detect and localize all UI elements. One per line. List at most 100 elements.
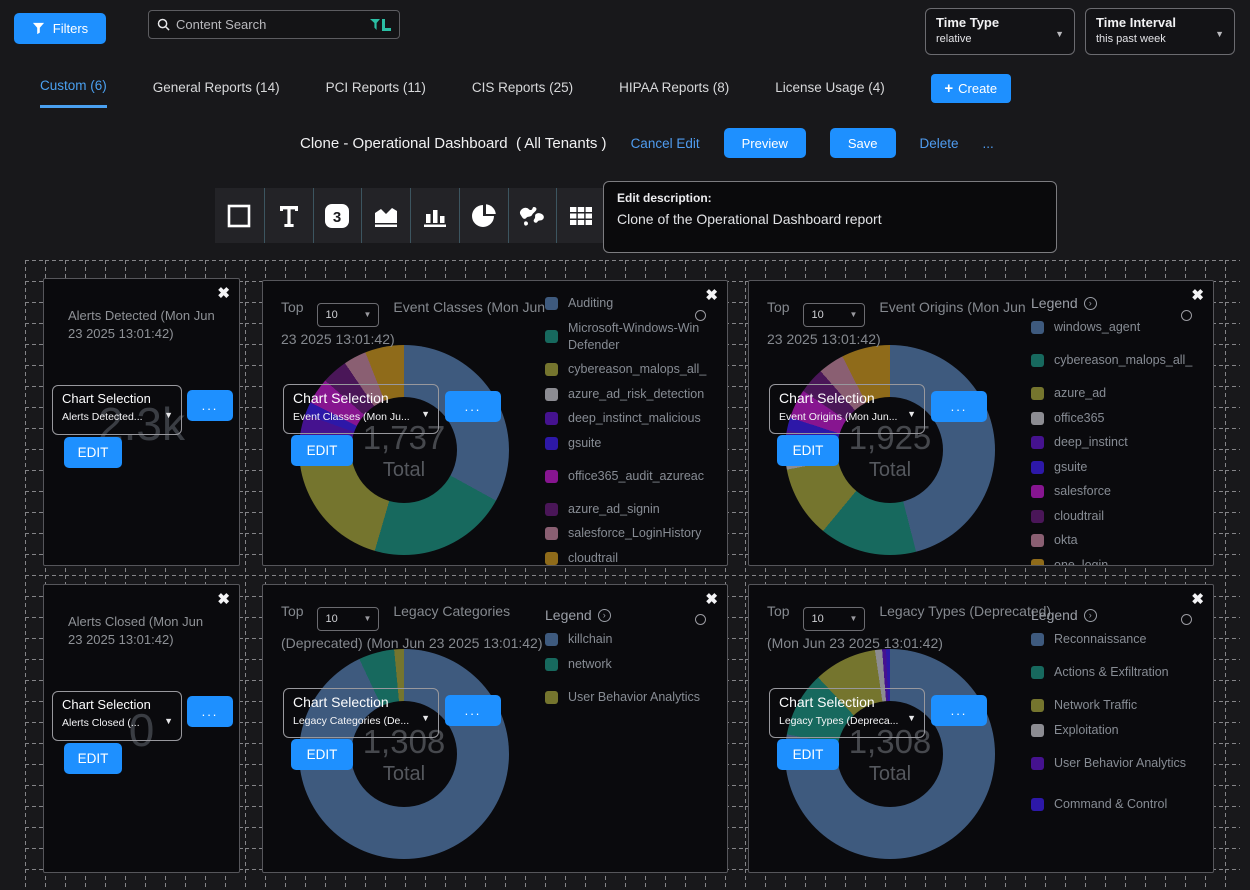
widget-legacy-types[interactable]: ✖ Top 10 ▼ Legacy Types (Deprecated) (Mo…	[748, 584, 1214, 873]
radio-toggle-icon[interactable]	[695, 614, 706, 625]
radio-toggle-icon[interactable]	[1181, 310, 1192, 321]
widget-event-classes[interactable]: ✖ Top 10 ▼ Event Classes (Mon Jun 23 202…	[262, 280, 728, 566]
table-widget-icon[interactable]	[556, 188, 605, 243]
edit-description-box[interactable]: Edit description: Clone of the Operation…	[603, 181, 1057, 253]
close-icon[interactable]: ✖	[1191, 286, 1204, 304]
legend-swatch-icon	[1031, 534, 1044, 547]
legend-item[interactable]: Exploitation	[1031, 722, 1211, 739]
filters-button[interactable]: Filters	[14, 13, 106, 44]
legend-item[interactable]: User Behavior Analytics	[1031, 746, 1211, 780]
pie-chart-widget-icon[interactable]	[459, 188, 508, 243]
more-actions-link[interactable]: ...	[983, 136, 994, 151]
widget-more-button[interactable]: ...	[931, 391, 987, 422]
legend-item[interactable]: User Behavior Analytics	[545, 680, 725, 714]
legend-item[interactable]: Reconnaissance	[1031, 631, 1211, 648]
radio-toggle-icon[interactable]	[695, 310, 706, 321]
legend-item[interactable]: office365_audit_azureac	[545, 459, 725, 493]
tab-custom[interactable]: Custom (6)	[40, 78, 107, 108]
widget-more-button[interactable]: ...	[931, 695, 987, 726]
legend-item[interactable]: cybereason_malops_all_	[1031, 344, 1211, 378]
time-interval-dropdown[interactable]: Time Interval this past week ▼	[1085, 8, 1235, 55]
number-widget-icon[interactable]: 3	[313, 188, 362, 243]
legend-item[interactable]: Microsoft-Windows-Win Defender	[545, 320, 725, 354]
tab-cis-reports[interactable]: CIS Reports (25)	[472, 80, 573, 107]
close-icon[interactable]: ✖	[217, 590, 230, 608]
widget-more-button[interactable]: ...	[445, 695, 501, 726]
legend-label: cybereason_malops_all_	[1054, 352, 1192, 369]
create-button[interactable]: + Create	[931, 74, 1011, 103]
legend-item[interactable]: killchain	[545, 631, 725, 648]
chart-selection-dropdown[interactable]: Chart Selection Alerts Detected... ▼	[52, 385, 182, 435]
legend-item[interactable]: Command & Control	[1031, 788, 1211, 822]
legend-item[interactable]: azure_ad	[1031, 385, 1211, 402]
widget-edit-button[interactable]: EDIT	[291, 435, 353, 466]
legend-toggle-icon[interactable]: ›	[598, 609, 611, 622]
legend-item[interactable]: cloudtrail	[545, 550, 725, 567]
legend-item[interactable]: network	[545, 656, 725, 673]
bar-chart-widget-icon[interactable]	[410, 188, 459, 243]
widget-edit-button[interactable]: EDIT	[64, 437, 122, 468]
content-search[interactable]	[148, 10, 400, 39]
line-chart-widget-icon[interactable]	[361, 188, 410, 243]
top-n-select[interactable]: 10 ▼	[803, 303, 865, 327]
time-type-dropdown[interactable]: Time Type relative ▼	[925, 8, 1075, 55]
widget-alerts-detected[interactable]: ✖ Alerts Detected (Mon Jun 23 2025 13:01…	[43, 278, 240, 566]
legend-swatch-icon	[1031, 666, 1044, 679]
widget-edit-button[interactable]: EDIT	[777, 739, 839, 770]
legend-item[interactable]: salesforce	[1031, 483, 1211, 500]
radio-toggle-icon[interactable]	[1181, 614, 1192, 625]
chart-selection-dropdown[interactable]: Chart Selection Alerts Closed (... ▼	[52, 691, 182, 741]
save-button[interactable]: Save	[830, 128, 896, 158]
legend-item[interactable]: okta	[1031, 532, 1211, 549]
legend-item[interactable]: azure_ad_risk_detection	[545, 386, 725, 403]
widget-more-button[interactable]: ...	[187, 696, 233, 727]
chart-selection-dropdown[interactable]: Chart Selection Legacy Categories (De...…	[283, 688, 439, 738]
search-input[interactable]	[176, 17, 364, 32]
widget-edit-button[interactable]: EDIT	[777, 435, 839, 466]
top-n-select[interactable]: 10 ▼	[803, 607, 865, 631]
legend-item[interactable]: office365	[1031, 410, 1211, 427]
preview-button[interactable]: Preview	[724, 128, 806, 158]
legend-item[interactable]: deep_instinct_malicious	[545, 410, 725, 427]
chart-selection-dropdown[interactable]: Chart Selection Legacy Types (Depreca...…	[769, 688, 925, 738]
chart-selection-dropdown[interactable]: Chart Selection Event Origins (Mon Jun..…	[769, 384, 925, 434]
delete-link[interactable]: Delete	[920, 136, 959, 151]
widget-more-button[interactable]: ...	[445, 391, 501, 422]
close-icon[interactable]: ✖	[1191, 590, 1204, 608]
legend-item[interactable]: Actions & Exfiltration	[1031, 656, 1211, 690]
close-icon[interactable]: ✖	[705, 590, 718, 608]
close-icon[interactable]: ✖	[705, 286, 718, 304]
widget-edit-button[interactable]: EDIT	[291, 739, 353, 770]
legend-item[interactable]: gsuite	[1031, 459, 1211, 476]
widget-event-origins[interactable]: ✖ Top 10 ▼ Event Origins (Mon Jun 23 202…	[748, 280, 1214, 566]
legend-item[interactable]: salesforce_LoginHistory	[545, 525, 725, 542]
top-n-select[interactable]: 10 ▼	[317, 303, 379, 327]
legend-toggle-icon[interactable]: ›	[1084, 297, 1097, 310]
text-widget-icon[interactable]	[264, 188, 313, 243]
legend-item[interactable]: azure_ad_signin	[545, 501, 725, 518]
widget-legacy-categories[interactable]: ✖ Top 10 ▼ Legacy Categories (Deprecated…	[262, 584, 728, 873]
legend-item[interactable]: deep_instinct	[1031, 434, 1211, 451]
tab-general-reports[interactable]: General Reports (14)	[153, 80, 280, 107]
container-widget-icon[interactable]	[215, 188, 264, 243]
close-icon[interactable]: ✖	[217, 284, 230, 302]
cancel-edit-link[interactable]: Cancel Edit	[631, 136, 700, 151]
widget-alerts-closed[interactable]: ✖ Alerts Closed (Mon Jun 23 2025 13:01:4…	[43, 584, 240, 873]
map-widget-icon[interactable]	[508, 188, 557, 243]
chart-selection-dropdown[interactable]: Chart Selection Event Classes (Mon Ju...…	[283, 384, 439, 434]
legend-item[interactable]: gsuite	[545, 435, 725, 452]
tab-hipaa-reports[interactable]: HIPAA Reports (8)	[619, 80, 729, 107]
tab-pci-reports[interactable]: PCI Reports (11)	[326, 80, 426, 107]
legend-item[interactable]: one_login	[1031, 557, 1211, 567]
legend-toggle-icon[interactable]: ›	[1084, 609, 1097, 622]
tab-license-usage[interactable]: License Usage (4)	[775, 80, 885, 107]
top-n-select[interactable]: 10 ▼	[317, 607, 379, 631]
legend-item[interactable]: cloudtrail	[1031, 508, 1211, 525]
legend-swatch-icon	[545, 527, 558, 540]
legend-swatch-icon	[545, 633, 558, 646]
legend-item[interactable]: windows_agent	[1031, 319, 1211, 336]
widget-more-button[interactable]: ...	[187, 390, 233, 421]
legend-item[interactable]: Network Traffic	[1031, 697, 1211, 714]
widget-edit-button[interactable]: EDIT	[64, 743, 122, 774]
legend-item[interactable]: cybereason_malops_all_	[545, 361, 725, 378]
